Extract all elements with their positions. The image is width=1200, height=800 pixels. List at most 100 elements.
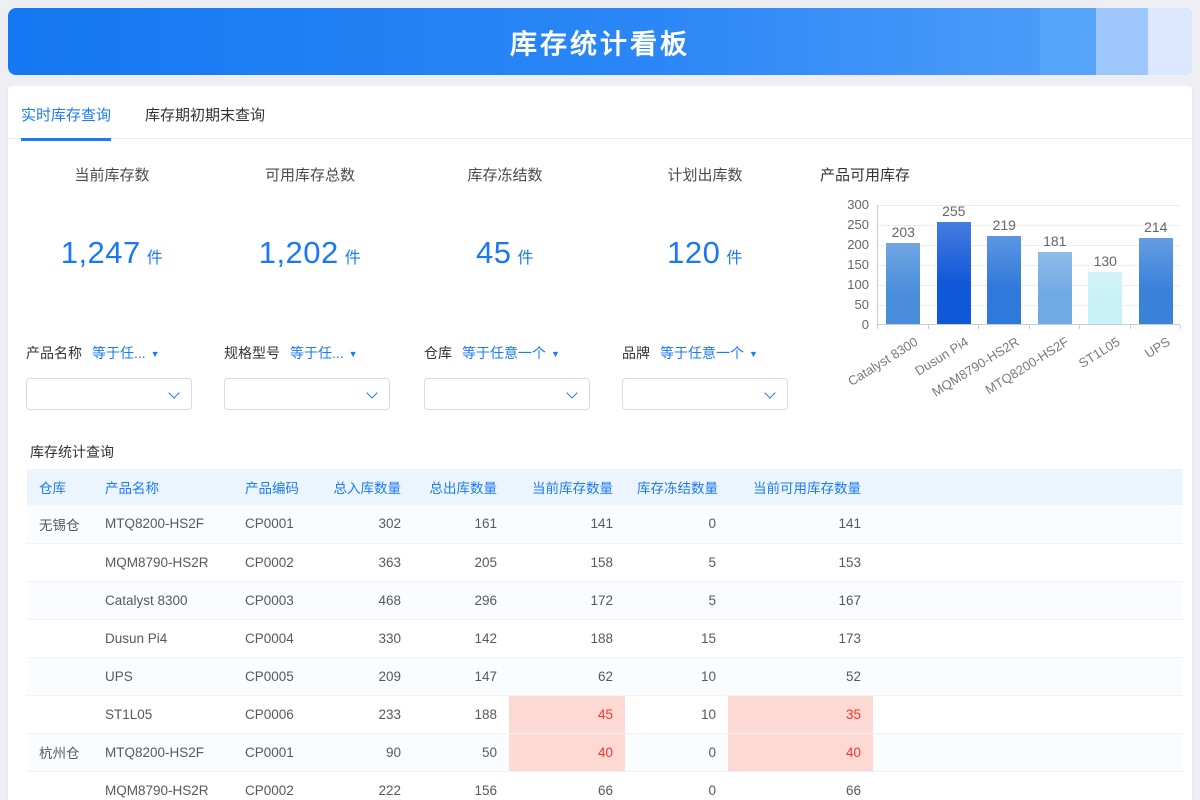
table-cell: 233	[321, 695, 413, 734]
table-cell: CP0004	[233, 619, 321, 658]
chart-bar-value-label: 214	[1144, 219, 1168, 235]
column-header-6: 当前库存数量	[509, 469, 625, 505]
kpi-label: 当前库存数	[74, 167, 150, 184]
chart-bar-Dusun Pi4	[936, 222, 971, 324]
warehouse-cell	[27, 771, 93, 800]
filter-value-select[interactable]	[224, 378, 390, 410]
table-cell: 188	[413, 695, 509, 734]
column-header-filler	[873, 469, 1183, 505]
chart-bar-value-label: 181	[1043, 233, 1067, 249]
chart-bar-Catalyst 8300	[886, 243, 921, 324]
chevron-down-icon	[366, 387, 378, 399]
chart-bar-ST1L05	[1088, 272, 1123, 324]
filter-value-select[interactable]	[26, 378, 192, 410]
chart-bar-value-label: 203	[891, 224, 915, 240]
y-axis-tick-label: 0	[861, 317, 869, 332]
table-cell: 40	[728, 733, 873, 772]
filter-group-2: 规格型号 等于任... ▼	[224, 343, 390, 410]
kpi-value: 1,202 件	[258, 235, 362, 270]
table-cell: MQM8790-HS2R	[93, 543, 233, 582]
column-header-2: 产品名称	[93, 469, 233, 505]
table-cell: 142	[413, 619, 509, 658]
table-cell: 330	[321, 619, 413, 658]
warehouse-cell	[27, 581, 93, 620]
column-header-1: 仓库	[27, 469, 93, 505]
warehouse-cell: 杭州仓	[27, 733, 93, 772]
table-cell: 296	[413, 581, 509, 620]
x-axis-tick	[1180, 325, 1181, 329]
chart-bar-UPS	[1138, 238, 1173, 324]
table-cell: 66	[728, 771, 873, 800]
tab-period-inventory[interactable]: 库存期初期末查询	[145, 104, 265, 138]
tab-realtime-inventory[interactable]: 实时库存查询	[21, 104, 112, 141]
warehouse-cell: 无锡仓	[27, 505, 93, 544]
table-cell: 5	[625, 543, 728, 582]
x-axis-category-label: MQM8790-HS2R	[928, 334, 1022, 400]
available-stock-chart: 产品可用库存 203 255 219 181 130 214 0 50 100 150 200 25…	[808, 158, 1192, 413]
y-axis-tick-label: 300	[847, 197, 869, 212]
kpi-unit: 件	[726, 250, 743, 267]
filter-label-row: 品牌 等于任意一个 ▼	[622, 343, 788, 363]
kpi-value: 120 件	[667, 235, 743, 270]
filler-cell	[873, 505, 1183, 544]
warehouse-cell	[27, 543, 93, 582]
kpi-value: 1,247 件	[60, 235, 164, 270]
chart-plot-area: 203 255 219 181 130 214	[877, 203, 1180, 325]
table-cell: 141	[509, 505, 625, 544]
filler-cell	[873, 733, 1183, 772]
filter-operator-dropdown[interactable]: 等于任意一个 ▼	[462, 345, 560, 361]
filter-operator-dropdown[interactable]: 等于任意一个 ▼	[660, 345, 758, 361]
table-cell: Dusun Pi4	[93, 619, 233, 658]
filter-group-4: 品牌 等于任意一个 ▼	[622, 343, 788, 410]
y-axis-tick-label: 250	[847, 217, 869, 232]
chart-bar-value-label: 219	[992, 217, 1016, 233]
table-cell: 173	[728, 619, 873, 658]
table-body: 无锡仓 MTQ8200-HS2F CP0001 302 161 141 0 141 MQM879…	[27, 505, 1183, 800]
filter-group-3: 仓库 等于任意一个 ▼	[424, 343, 590, 410]
table-cell: 10	[625, 695, 728, 734]
table-cell: 141	[728, 505, 873, 544]
table-cell: 66	[509, 771, 625, 800]
filter-label-row: 产品名称 等于任... ▼	[26, 343, 192, 363]
table-cell: UPS	[93, 657, 233, 696]
kpi-label: 库存冻结数	[467, 167, 543, 184]
table-cell: 62	[509, 657, 625, 696]
filter-operator-dropdown[interactable]: 等于任... ▼	[92, 345, 160, 361]
chart-title: 产品可用库存	[820, 167, 911, 184]
kpi-label: 可用库存总数	[264, 167, 355, 184]
table-cell: 156	[413, 771, 509, 800]
chart-gridline	[878, 305, 1180, 306]
chevron-down-icon	[566, 387, 578, 399]
y-axis-tick-label: 100	[847, 277, 869, 292]
filler-cell	[873, 581, 1183, 620]
table-cell: MTQ8200-HS2F	[93, 505, 233, 544]
column-header-4: 总入库数量	[321, 469, 413, 505]
filler-cell	[873, 657, 1183, 696]
table-row: MQM8790-HS2R CP0002 363 205 158 5 153	[27, 543, 1183, 582]
filler-cell	[873, 771, 1183, 800]
kpi-card-4: 计划出库数 120 件	[610, 164, 800, 271]
table-cell: 0	[625, 771, 728, 800]
y-axis-tick-label: 150	[847, 257, 869, 272]
table-cell: 302	[321, 505, 413, 544]
x-axis-tick	[1028, 325, 1030, 329]
filter-operator-dropdown[interactable]: 等于任... ▼	[290, 345, 358, 361]
table-cell: 5	[625, 581, 728, 620]
table-cell: 172	[509, 581, 625, 620]
tab-bar: 实时库存查询 库存期初期末查询	[8, 86, 1192, 141]
filler-cell	[873, 619, 1183, 658]
x-axis-tick	[1129, 325, 1131, 329]
filler-cell	[873, 695, 1183, 734]
column-header-3: 产品编码	[233, 469, 321, 505]
triangle-down-icon: ▼	[348, 349, 358, 359]
chart-gridline	[878, 285, 1180, 286]
filter-label: 品牌	[622, 345, 650, 361]
table-cell: 209	[321, 657, 413, 696]
page-title: 库存统计看板	[510, 29, 690, 59]
chart-bar-MQM8790-HS2R	[987, 236, 1022, 324]
filter-value-select[interactable]	[424, 378, 590, 410]
x-axis-tick	[978, 325, 979, 329]
x-axis-category-label: UPS	[1142, 334, 1173, 361]
filter-value-select[interactable]	[622, 378, 788, 410]
warehouse-cell	[27, 619, 93, 658]
